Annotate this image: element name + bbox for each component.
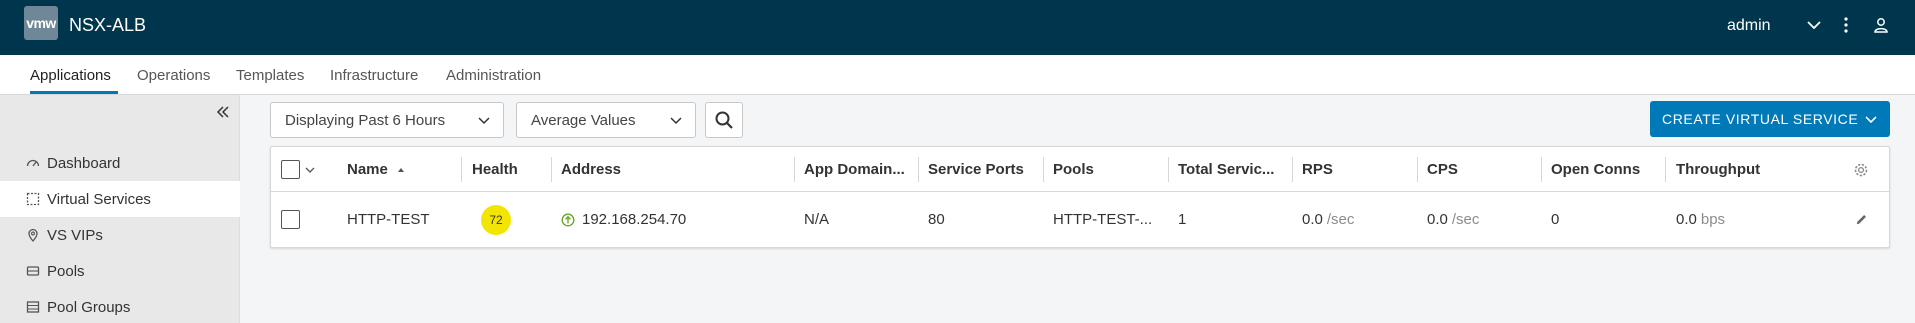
metric-mode-select[interactable]: Average Values xyxy=(516,102,696,138)
sort-ascending-icon xyxy=(397,167,404,172)
cell-app-domain: N/A xyxy=(804,211,830,228)
tab-templates[interactable]: Templates xyxy=(236,67,304,84)
dashboard-icon xyxy=(26,159,40,167)
pool-groups-icon xyxy=(26,301,40,313)
cell-service-ports: 80 xyxy=(928,211,945,228)
table-settings-icon[interactable] xyxy=(1853,147,1869,192)
chevron-down-icon[interactable] xyxy=(304,164,316,176)
column-header-cps[interactable]: CPS xyxy=(1427,147,1458,192)
cell-health: 72 xyxy=(481,192,511,247)
column-divider[interactable] xyxy=(461,157,462,182)
address-value: 192.168.254.70 xyxy=(582,211,687,228)
chevron-down-icon[interactable] xyxy=(1803,14,1825,36)
sidebar-item-vs-vips[interactable]: VS VIPs xyxy=(0,217,240,253)
column-divider[interactable] xyxy=(1665,157,1666,182)
user-icon[interactable] xyxy=(1870,14,1892,36)
tab-infrastructure[interactable]: Infrastructure xyxy=(330,67,418,84)
sidebar-item-label: Dashboard xyxy=(47,154,121,172)
column-header-total-services[interactable]: Total Servic... xyxy=(1178,147,1290,192)
user-name[interactable]: admin xyxy=(1727,17,1771,35)
cell-pools[interactable]: HTTP-TEST-... xyxy=(1053,192,1152,247)
column-header-open-conns[interactable]: Open Conns xyxy=(1551,147,1640,192)
edit-icon[interactable] xyxy=(1854,192,1869,247)
status-up-icon xyxy=(561,213,575,226)
column-divider[interactable] xyxy=(1541,157,1542,182)
cell-name[interactable]: HTTP-TEST xyxy=(347,192,430,247)
search-button[interactable] xyxy=(705,102,743,138)
cell-rps: 0.0/sec xyxy=(1302,192,1354,247)
column-header-address[interactable]: Address xyxy=(561,147,621,192)
rps-unit: /sec xyxy=(1326,211,1355,228)
create-virtual-service-button[interactable]: CREATE VIRTUAL SERVICE xyxy=(1650,101,1890,137)
column-header-rps[interactable]: RPS xyxy=(1302,147,1333,192)
health-score-badge[interactable]: 72 xyxy=(481,204,511,235)
column-divider[interactable] xyxy=(551,157,552,182)
sidebar-item-virtual-services[interactable]: Virtual Services xyxy=(0,181,240,217)
cell-open-conns: 0 xyxy=(1551,211,1560,228)
cell-total-services: 1 xyxy=(1178,211,1187,228)
sidebar-item-label: VS VIPs xyxy=(47,226,103,244)
column-header-name[interactable]: Name xyxy=(347,147,406,192)
metric-mode-value: Average Values xyxy=(531,111,636,129)
sidebar-item-pool-groups[interactable]: Pool Groups xyxy=(0,289,240,323)
sidebar-item-label: Virtual Services xyxy=(47,190,151,208)
tab-applications[interactable]: Applications xyxy=(30,67,111,84)
row-checkbox[interactable] xyxy=(281,210,300,229)
cps-value: 0.0 xyxy=(1427,211,1448,228)
search-icon xyxy=(715,111,733,129)
virtual-services-table: Name Health Address App Domain... Servic… xyxy=(270,146,1890,248)
throughput-value: 0.0 xyxy=(1676,211,1697,228)
column-divider[interactable] xyxy=(1292,157,1293,182)
sidebar-item-dashboard[interactable]: Dashboard xyxy=(0,145,240,181)
column-header-pools[interactable]: Pools xyxy=(1053,147,1094,192)
chevron-down-icon xyxy=(478,117,490,125)
pool-icon xyxy=(26,266,40,276)
chevron-down-icon xyxy=(670,117,682,125)
row-select-cell xyxy=(281,192,300,247)
active-tab-indicator xyxy=(30,91,118,94)
sidebar-item-label: Pools xyxy=(47,262,85,280)
cell-cps: 0.0/sec xyxy=(1427,192,1479,247)
main-nav: Applications Operations Templates Infras… xyxy=(0,55,1915,95)
column-divider[interactable] xyxy=(1417,157,1418,182)
cell-throughput: 0.0 bps xyxy=(1676,192,1725,247)
table-header: Name Health Address App Domain... Servic… xyxy=(271,147,1889,192)
top-header: vmw NSX-ALB admin xyxy=(0,0,1915,55)
create-button-label: CREATE VIRTUAL SERVICE xyxy=(1662,111,1859,127)
throughput-unit: bps xyxy=(1700,211,1726,228)
sidebar: Dashboard Virtual Services VS VIPs Pools… xyxy=(0,95,240,323)
rps-value: 0.0 xyxy=(1302,211,1323,228)
select-all-cell xyxy=(281,147,316,192)
time-range-value: Displaying Past 6 Hours xyxy=(285,111,446,129)
collapse-sidebar-icon[interactable] xyxy=(214,103,232,121)
cell-address: 192.168.254.70 xyxy=(561,192,686,247)
column-divider[interactable] xyxy=(1043,157,1044,182)
column-divider[interactable] xyxy=(1168,157,1169,182)
column-header-app-domain[interactable]: App Domain... xyxy=(804,147,916,192)
column-divider[interactable] xyxy=(794,157,795,182)
tab-operations[interactable]: Operations xyxy=(137,67,210,84)
virtual-services-icon xyxy=(26,192,40,206)
column-header-throughput[interactable]: Throughput xyxy=(1676,147,1760,192)
sidebar-item-pools[interactable]: Pools xyxy=(0,253,240,289)
cps-unit: /sec xyxy=(1451,211,1480,228)
time-range-select[interactable]: Displaying Past 6 Hours xyxy=(270,102,504,138)
column-header-service-ports[interactable]: Service Ports xyxy=(928,147,1024,192)
tab-administration[interactable]: Administration xyxy=(446,67,541,84)
column-header-health[interactable]: Health xyxy=(472,147,518,192)
select-all-checkbox[interactable] xyxy=(281,160,300,179)
location-pin-icon xyxy=(28,228,38,242)
sidebar-item-label: Pool Groups xyxy=(47,298,131,316)
column-divider[interactable] xyxy=(918,157,919,182)
more-vertical-icon[interactable] xyxy=(1835,14,1857,36)
chevron-down-icon xyxy=(1865,116,1877,124)
app-title: NSX-ALB xyxy=(69,15,147,35)
vmware-logo[interactable]: vmw xyxy=(24,6,58,40)
